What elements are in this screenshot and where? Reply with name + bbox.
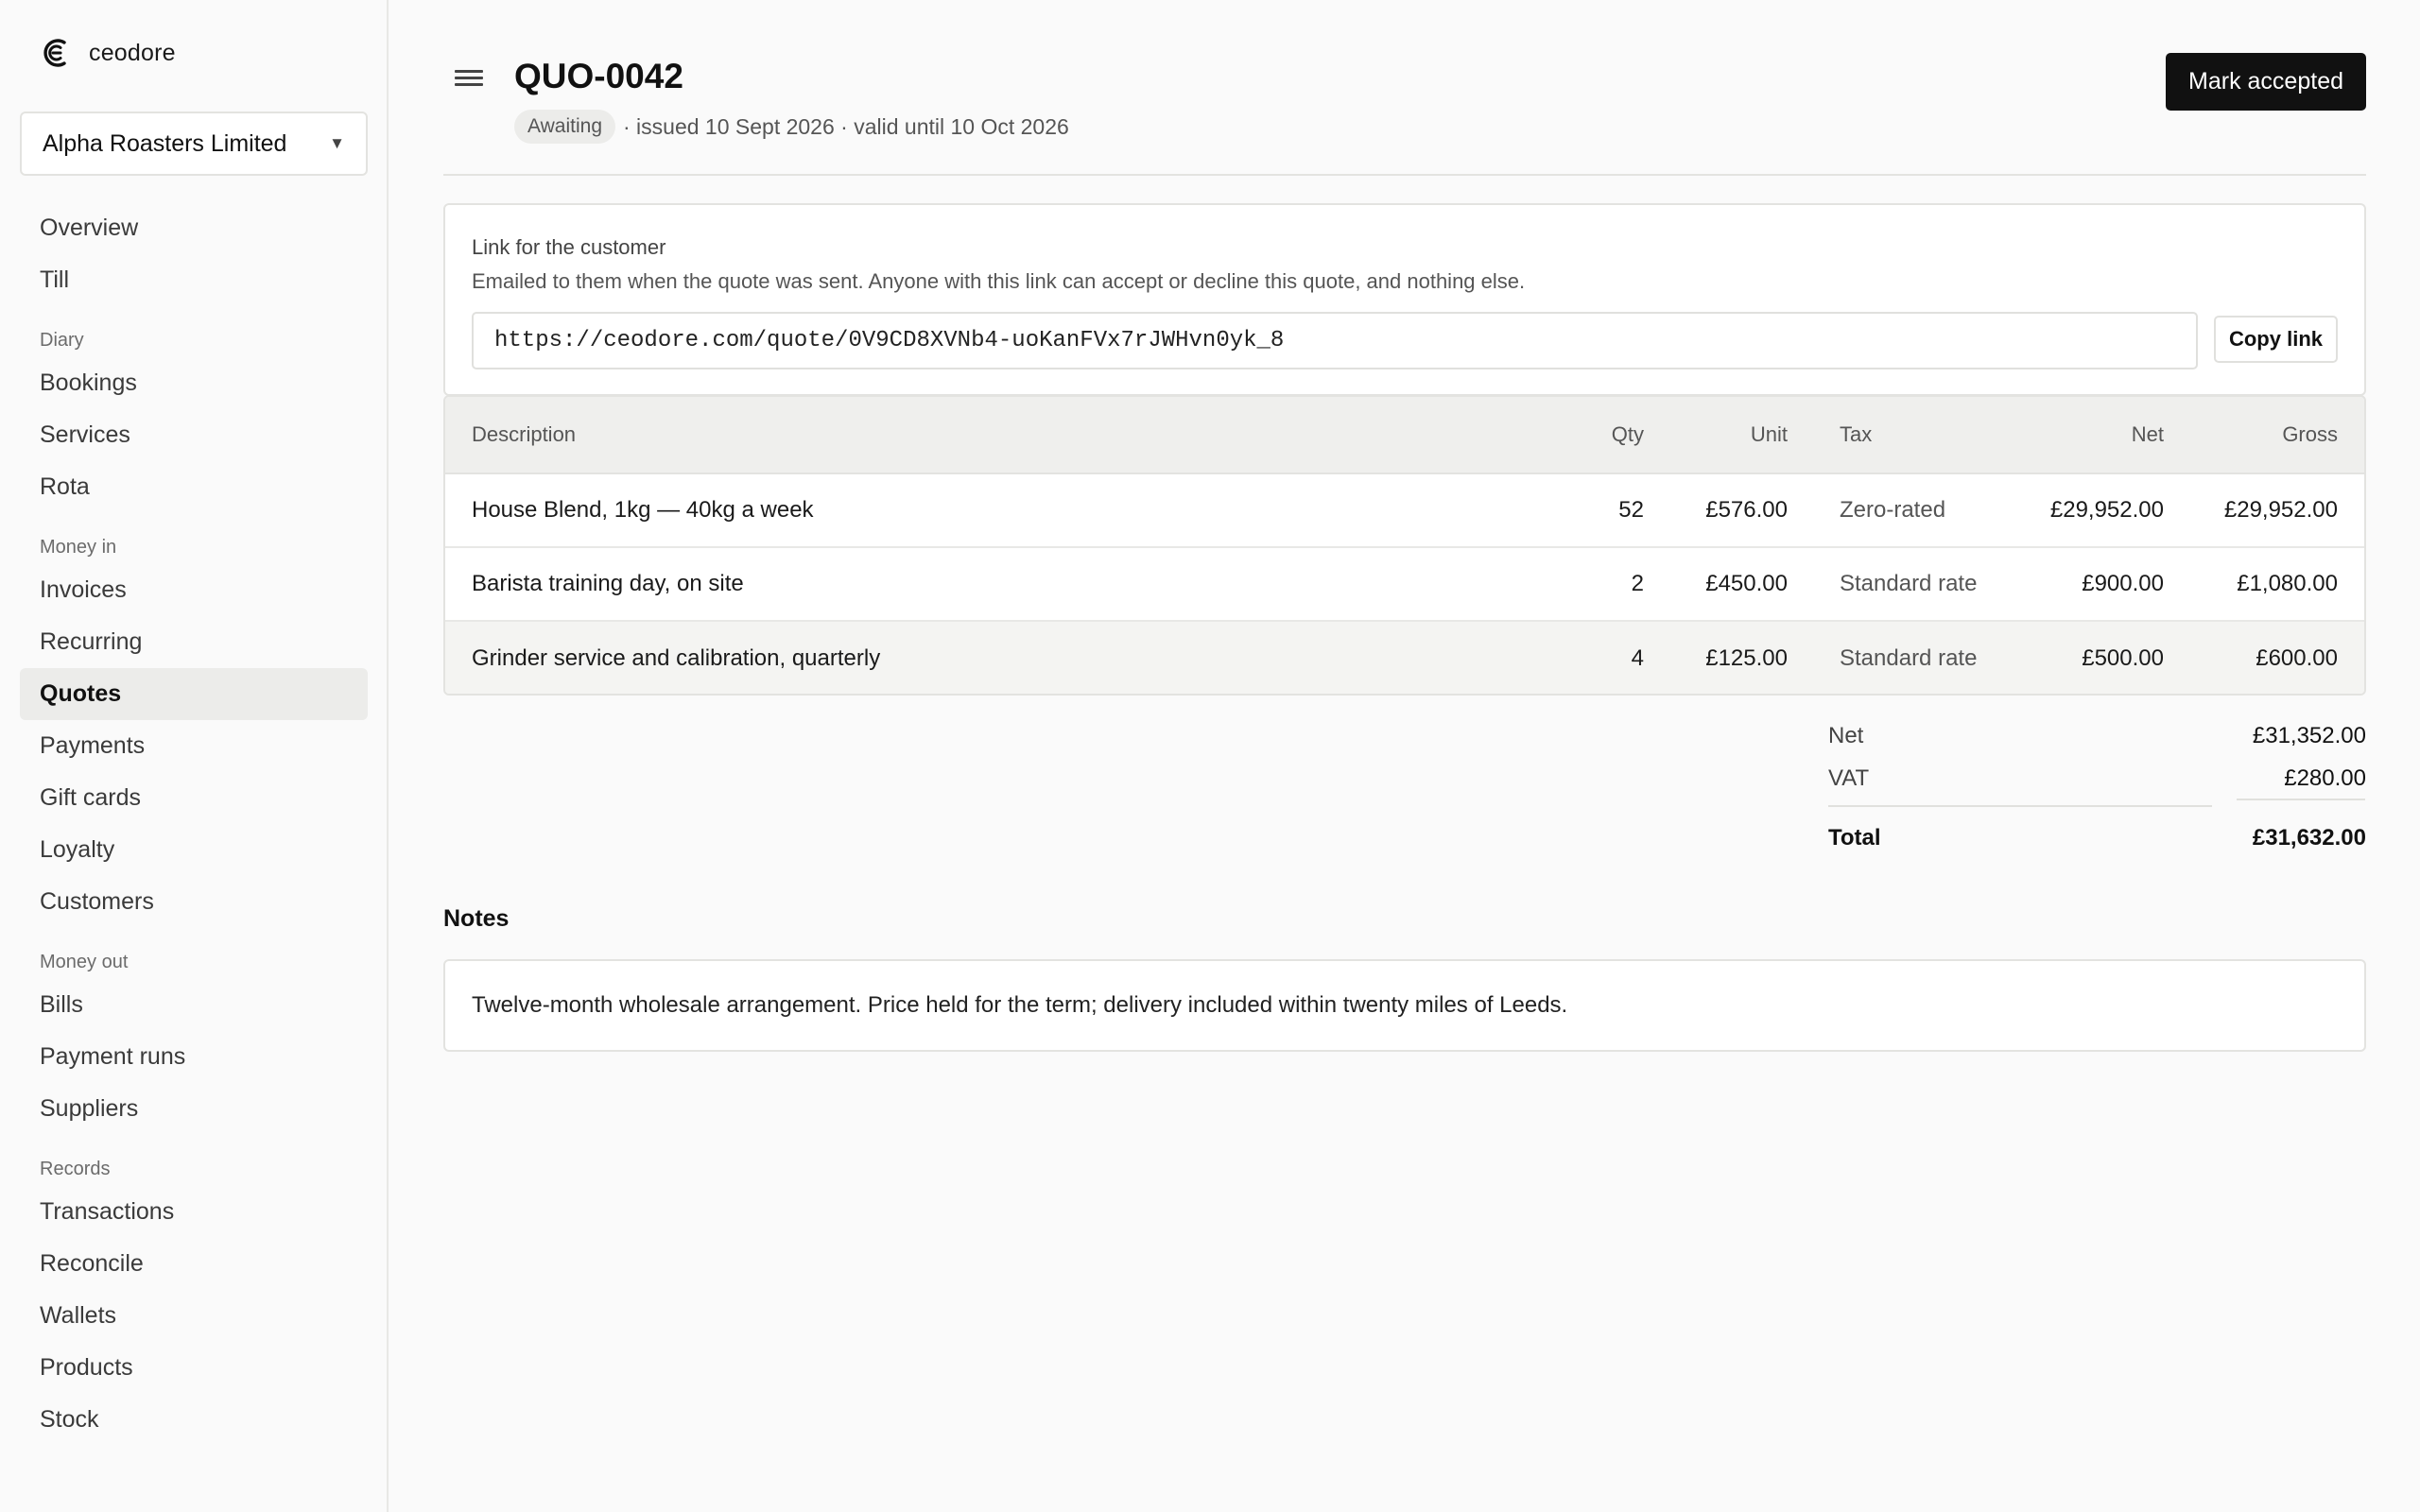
customer-link-card: Link for the customer Emailed to them wh… bbox=[443, 203, 2366, 396]
column-header-net: Net bbox=[2131, 422, 2164, 446]
quote-meta-row: Awaiting · issued 10 Sept 2026 · valid u… bbox=[514, 110, 1069, 144]
row-net: £900.00 bbox=[2082, 571, 2164, 596]
header-divider bbox=[443, 174, 2366, 176]
row-qty: 4 bbox=[1631, 645, 1644, 671]
sidebar-item-payment-runs[interactable]: Payment runs bbox=[20, 1031, 368, 1083]
sidebar-section-money-in: Money in bbox=[40, 537, 117, 558]
customer-link-field[interactable]: https://ceodore.com/quote/0V9CD8XVNb4-uo… bbox=[472, 312, 2198, 369]
totals-divider bbox=[1828, 805, 2212, 807]
sidebar-section-records: Records bbox=[40, 1159, 111, 1179]
row-tax: Zero-rated bbox=[1840, 497, 1946, 523]
totals-total-row: Total £31,632.00 bbox=[1828, 816, 2366, 859]
sidebar-section-money-out: Money out bbox=[40, 952, 129, 972]
column-header-description: Description bbox=[472, 422, 577, 446]
sidebar-item-rota[interactable]: Rota bbox=[20, 461, 368, 513]
totals-summary: Net £31,352.00 VAT £280.00 Total £31,632… bbox=[1828, 714, 2366, 859]
sidebar-item-stock[interactable]: Stock bbox=[20, 1394, 368, 1446]
row-description: Barista training day, on site bbox=[472, 571, 744, 596]
mark-accepted-button[interactable]: Mark accepted bbox=[2166, 53, 2366, 111]
row-unit: £450.00 bbox=[1705, 571, 1788, 596]
row-tax: Standard rate bbox=[1840, 571, 1978, 596]
table-header: Description Qty Unit Tax Net Gross bbox=[445, 397, 2364, 474]
sidebar-item-invoices[interactable]: Invoices bbox=[20, 564, 368, 616]
ceodore-logo-icon bbox=[43, 39, 66, 67]
line-items-table: Description Qty Unit Tax Net Gross House… bbox=[443, 395, 2366, 696]
notes-heading: Notes bbox=[443, 905, 510, 932]
row-net: £500.00 bbox=[2082, 645, 2164, 671]
organisation-name: Alpha Roasters Limited bbox=[43, 129, 287, 157]
sidebar-item-bookings[interactable]: Bookings bbox=[20, 357, 368, 409]
customer-link-description: Emailed to them when the quote was sent.… bbox=[472, 269, 1526, 293]
sidebar-item-bills[interactable]: Bills bbox=[20, 979, 368, 1031]
totals-total-value: £31,632.00 bbox=[2252, 824, 2366, 850]
status-badge: Awaiting bbox=[514, 110, 615, 144]
sidebar-item-customers[interactable]: Customers bbox=[20, 876, 368, 928]
sidebar-item-overview[interactable]: Overview bbox=[20, 202, 368, 254]
column-header-gross: Gross bbox=[2282, 422, 2338, 446]
row-unit: £576.00 bbox=[1705, 497, 1788, 523]
sidebar-item-reconcile[interactable]: Reconcile bbox=[20, 1238, 368, 1290]
row-unit: £125.00 bbox=[1705, 645, 1788, 671]
totals-vat-label: VAT bbox=[1828, 765, 1870, 791]
row-description: House Blend, 1kg — 40kg a week bbox=[472, 497, 814, 523]
row-gross: £600.00 bbox=[2256, 645, 2338, 671]
table-row[interactable]: House Blend, 1kg — 40kg a week 52 £576.0… bbox=[445, 474, 2364, 548]
sidebar-item-till[interactable]: Till bbox=[20, 254, 368, 306]
menu-icon[interactable] bbox=[455, 66, 483, 94]
row-gross: £1,080.00 bbox=[2237, 571, 2338, 596]
totals-vat-row: VAT £280.00 bbox=[1828, 757, 2366, 799]
row-net: £29,952.00 bbox=[2049, 497, 2164, 523]
row-description: Grinder service and calibration, quarter… bbox=[472, 645, 881, 671]
quote-dates: · issued 10 Sept 2026 · valid until 10 O… bbox=[623, 113, 1069, 139]
sidebar: ceodore Alpha Roasters Limited ▼ Overvie… bbox=[0, 0, 389, 1512]
totals-net-label: Net bbox=[1828, 722, 1864, 748]
sidebar-section-diary: Diary bbox=[40, 330, 84, 351]
totals-net-row: Net £31,352.00 bbox=[1828, 714, 2366, 757]
sidebar-item-suppliers[interactable]: Suppliers bbox=[20, 1083, 368, 1135]
table-row[interactable]: Grinder service and calibration, quarter… bbox=[445, 622, 2364, 694]
column-header-unit: Unit bbox=[1750, 422, 1788, 446]
sidebar-item-recurring[interactable]: Recurring bbox=[20, 616, 368, 668]
column-header-tax: Tax bbox=[1840, 422, 1873, 446]
notes-card: Twelve-month wholesale arrangement. Pric… bbox=[443, 959, 2366, 1052]
chevron-down-icon: ▼ bbox=[329, 134, 345, 152]
copy-link-button[interactable]: Copy link bbox=[2213, 316, 2338, 363]
sidebar-item-payments[interactable]: Payments bbox=[20, 720, 368, 772]
brand-name: ceodore bbox=[89, 39, 176, 66]
sidebar-item-transactions[interactable]: Transactions bbox=[20, 1186, 368, 1238]
row-tax: Standard rate bbox=[1840, 645, 1978, 671]
sidebar-item-gift-cards[interactable]: Gift cards bbox=[20, 772, 368, 824]
sidebar-item-products[interactable]: Products bbox=[20, 1342, 368, 1394]
sidebar-item-quotes[interactable]: Quotes bbox=[20, 668, 368, 720]
totals-net-value: £31,352.00 bbox=[2252, 722, 2366, 748]
brand[interactable]: ceodore bbox=[40, 36, 176, 70]
page-title: QUO-0042 bbox=[514, 57, 683, 95]
table-row[interactable]: Barista training day, on site 2 £450.00 … bbox=[445, 548, 2364, 622]
sidebar-nav: Overview Till Diary Bookings Services Ro… bbox=[20, 202, 368, 1446]
column-header-qty: Qty bbox=[1611, 422, 1644, 446]
totals-value-divider bbox=[2237, 799, 2365, 800]
row-qty: 2 bbox=[1631, 571, 1644, 596]
organisation-selector[interactable]: Alpha Roasters Limited ▼ bbox=[20, 112, 368, 176]
row-gross: £29,952.00 bbox=[2223, 497, 2338, 523]
totals-vat-value: £280.00 bbox=[2284, 765, 2366, 791]
sidebar-item-wallets[interactable]: Wallets bbox=[20, 1290, 368, 1342]
customer-link-title: Link for the customer bbox=[472, 235, 666, 259]
sidebar-item-loyalty[interactable]: Loyalty bbox=[20, 824, 368, 876]
totals-total-label: Total bbox=[1828, 824, 1881, 850]
sidebar-item-services[interactable]: Services bbox=[20, 409, 368, 461]
row-qty: 52 bbox=[1618, 497, 1644, 523]
